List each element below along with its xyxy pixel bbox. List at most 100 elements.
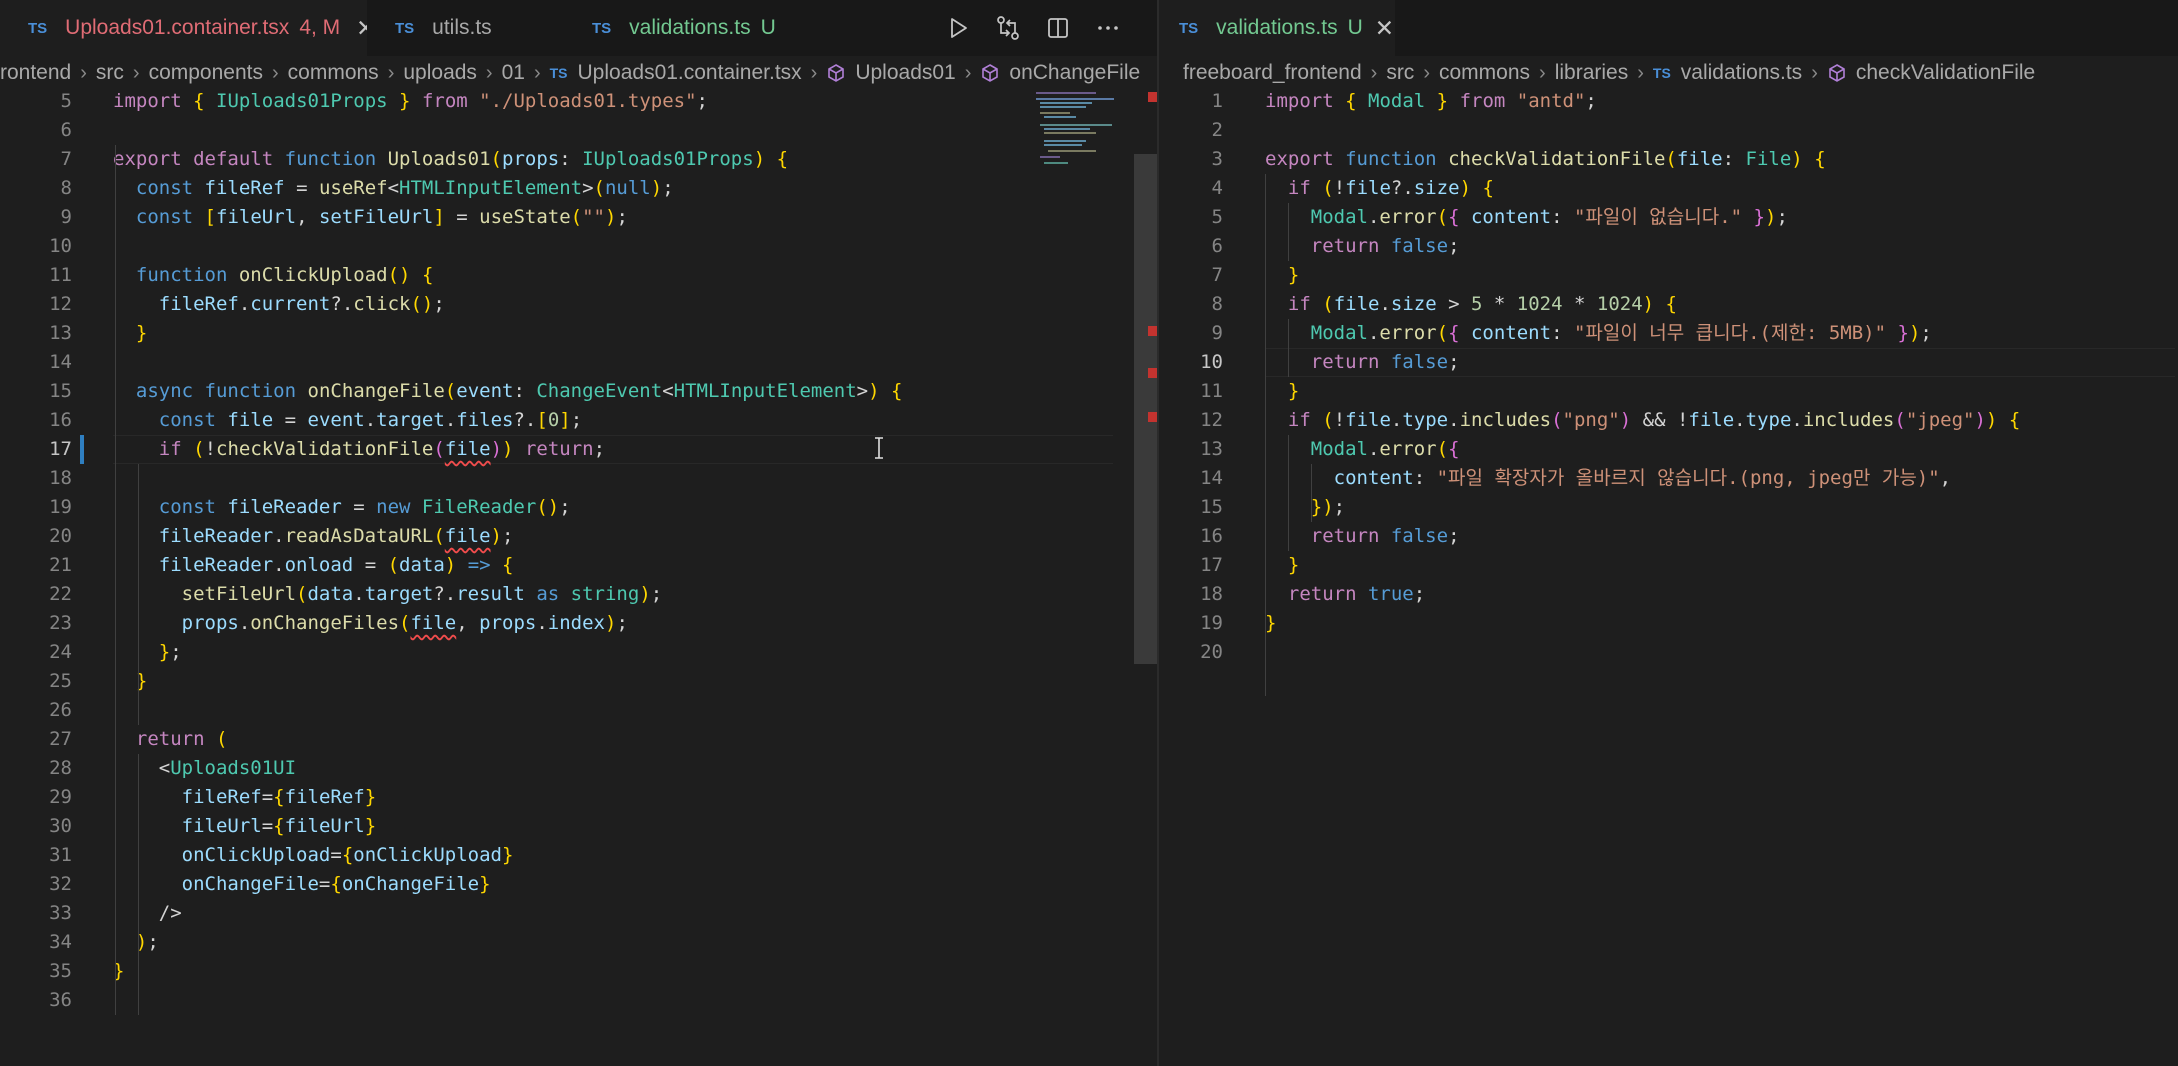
code-line: 13 } <box>0 319 1120 348</box>
more-actions-icon[interactable] <box>1094 14 1122 42</box>
line-number: 1 <box>1211 90 1223 112</box>
breadcrumb-file[interactable]: validations.ts <box>1681 61 1802 85</box>
code-text: return ( <box>135 728 228 750</box>
vertical-scrollbar[interactable] <box>1134 154 1157 664</box>
code-line: 12 if (!file.type.includes("png") && !fi… <box>1159 406 2169 435</box>
breadcrumb-file[interactable]: Uploads01.container.tsx <box>578 61 802 85</box>
line-number: 19 <box>49 496 72 518</box>
code-text: props.onChangeFiles(file, props.index); <box>181 612 628 634</box>
code-text: } <box>1287 380 1300 402</box>
code-text: } <box>1287 264 1300 286</box>
line-number: 32 <box>49 873 72 895</box>
breadcrumb-folder[interactable]: freeboard_frontend <box>1183 61 1362 85</box>
breadcrumb-folder[interactable]: 01 <box>502 61 525 85</box>
line-number: 12 <box>1200 409 1223 431</box>
code-line: 21 fileReader.onload = (data) => { <box>0 551 1120 580</box>
code-line: 9 const [fileUrl, setFileUrl] = useState… <box>0 203 1120 232</box>
breadcrumb-folder[interactable]: libraries <box>1555 61 1629 85</box>
code-text: fileReader.onload = (data) => { <box>158 554 514 576</box>
code-text: onChangeFile={onChangeFile} <box>181 873 491 895</box>
code-line: 35} <box>0 957 1120 986</box>
breadcrumb-symbol[interactable]: onChangeFile <box>1009 61 1140 85</box>
breadcrumb-folder[interactable]: src <box>96 61 124 85</box>
breadcrumb-symbol[interactable]: Uploads01 <box>855 61 955 85</box>
code-line: 2 <box>1159 116 2169 145</box>
line-number: 31 <box>49 844 72 866</box>
breadcrumb-folder[interactable]: uploads <box>403 61 477 85</box>
split-editor-icon[interactable] <box>1044 14 1072 42</box>
left-editor-group: TS Uploads01.container.tsx 4, M ✕ TS uti… <box>0 0 1157 1066</box>
line-number: 16 <box>1200 525 1223 547</box>
code-line: 15 async function onChangeFile(event: Ch… <box>0 377 1120 406</box>
code-line: 34 ); <box>0 928 1120 957</box>
breadcrumb-folder[interactable]: src <box>1386 61 1414 85</box>
code-text: import { Modal } from "antd"; <box>1265 90 1597 112</box>
code-text: Modal.error({ <box>1310 438 1460 460</box>
tab-label: Uploads01.container.tsx <box>65 16 290 39</box>
indent-guide <box>138 464 139 725</box>
line-number: 27 <box>49 728 72 750</box>
chevron-right-icon: › <box>1539 61 1546 84</box>
code-text: const [fileUrl, setFileUrl] = useState("… <box>135 206 628 228</box>
minimap[interactable] <box>1034 90 1144 170</box>
tab-utils[interactable]: TS utils.ts <box>367 0 570 56</box>
code-line: 17 if (!checkValidationFile(file)) retur… <box>0 435 1120 464</box>
breadcrumb-folder[interactable]: commons <box>1439 61 1530 85</box>
code-text: setFileUrl(data.target?.result as string… <box>181 583 663 605</box>
symbol-function-icon <box>1827 63 1847 83</box>
tab-git-status: U <box>760 16 776 39</box>
line-number: 25 <box>49 670 72 692</box>
line-number: 23 <box>49 612 72 634</box>
line-number: 20 <box>1200 641 1223 663</box>
breadcrumb-symbol[interactable]: checkValidationFile <box>1856 61 2035 85</box>
tab-validations[interactable]: TS validations.ts U ✕ <box>1159 0 1395 56</box>
typescript-file-icon: TS <box>549 65 568 81</box>
tab-uploads01-container[interactable]: TS Uploads01.container.tsx 4, M ✕ <box>0 0 375 56</box>
code-text: Modal.error({ content: "파일이 너무 큽니다.(제한: … <box>1310 322 1932 344</box>
tab-label: validations.ts <box>1216 16 1338 39</box>
line-number: 4 <box>1211 177 1223 199</box>
line-number: 2 <box>1211 119 1223 141</box>
right-tab-bar: TS validations.ts U ✕ <box>1159 0 2178 56</box>
code-text: return false; <box>1310 525 1460 547</box>
code-line: 32 onChangeFile={onChangeFile} <box>0 870 1120 899</box>
code-line: 33 /> <box>0 899 1120 928</box>
code-line: 9 Modal.error({ content: "파일이 너무 큽니다.(제한… <box>1159 319 2169 348</box>
code-text: onClickUpload={onClickUpload} <box>181 844 514 866</box>
source-control-compare-icon[interactable] <box>994 14 1022 42</box>
code-text: Modal.error({ content: "파일이 없습니다." }); <box>1310 206 1788 228</box>
chevron-right-icon: › <box>485 61 493 84</box>
line-number: 13 <box>1200 438 1223 460</box>
code-text: const fileRef = useRef<HTMLInputElement>… <box>135 177 674 199</box>
line-number: 9 <box>1211 322 1223 344</box>
code-line: 10 <box>0 232 1120 261</box>
line-number: 7 <box>1211 264 1223 286</box>
code-line: 10 return false; <box>1159 348 2169 377</box>
code-line: 13 Modal.error({ <box>1159 435 2169 464</box>
code-text: } <box>135 670 148 692</box>
typescript-file-icon: TS <box>395 19 415 37</box>
code-line: 6 <box>0 116 1120 145</box>
line-number: 33 <box>49 902 72 924</box>
close-icon[interactable]: ✕ <box>1375 15 1394 42</box>
tab-validations[interactable]: TS validations.ts U <box>570 0 814 56</box>
code-line: 30 fileUrl={fileUrl} <box>0 812 1120 841</box>
breadcrumb-folder[interactable]: rontend <box>0 61 71 85</box>
chevron-right-icon: › <box>387 61 395 84</box>
code-line: 4 if (!file?.size) { <box>1159 174 2169 203</box>
run-icon[interactable] <box>944 14 972 42</box>
chevron-right-icon: › <box>80 61 87 84</box>
code-text: content: "파일 확장자가 올바르지 않습니다.(png, jpeg만 … <box>1333 467 1952 489</box>
chevron-right-icon: › <box>271 61 279 84</box>
tab-label: utils.ts <box>432 16 492 39</box>
code-text: <Uploads01UI <box>113 757 297 779</box>
error-marker <box>1148 326 1157 336</box>
code-text: fileReader.readAsDataURL(file); <box>158 525 514 547</box>
left-tab-bar: TS Uploads01.container.tsx 4, M ✕ TS uti… <box>0 0 1157 56</box>
line-number: 8 <box>1211 293 1223 315</box>
line-number: 28 <box>49 757 72 779</box>
breadcrumb-folder[interactable]: commons <box>288 61 379 85</box>
breadcrumb-folder[interactable]: components <box>149 61 263 85</box>
typescript-file-icon: TS <box>28 19 48 37</box>
code-line: 6 return false; <box>1159 232 2169 261</box>
